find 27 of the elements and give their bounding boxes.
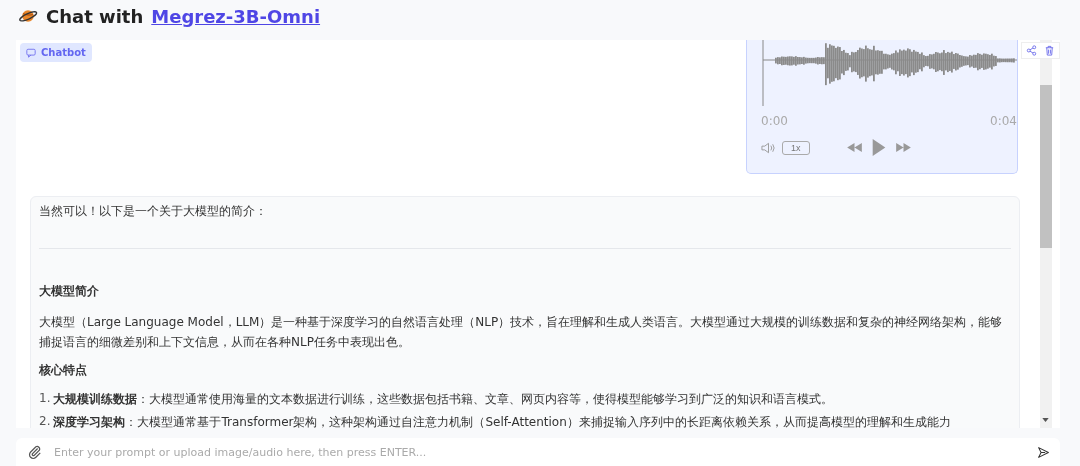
volume-icon[interactable] xyxy=(761,141,776,154)
section-heading: 大模型简介 xyxy=(39,283,100,300)
speed-button[interactable]: 1x xyxy=(782,140,810,155)
list-item-text: 深度学习架构：大模型通常基于Transformer架构，这种架构通过自注意力机制（Self-Attention）来捕捉输入序列中的长距离依赖关系，从而提高模型的理解和生成能力 xyxy=(53,414,951,428)
fast-forward-icon[interactable] xyxy=(894,142,912,153)
send-icon[interactable] xyxy=(1037,446,1050,459)
rewind-icon[interactable] xyxy=(845,142,863,153)
chat-icon xyxy=(26,47,36,58)
scrollbar-thumb[interactable] xyxy=(1040,85,1052,248)
model-link[interactable]: Megrez-3B-Omni xyxy=(151,5,321,27)
message-text: 当然可以！以下是一个关于大模型的简介： xyxy=(39,203,268,220)
duration-time: 0:04 xyxy=(990,114,1017,128)
list-number: 2. xyxy=(39,414,51,428)
share-icon[interactable] xyxy=(1026,45,1037,56)
scrollbar[interactable] xyxy=(1040,40,1052,428)
scroll-down-icon[interactable] xyxy=(1042,418,1049,422)
page-title: Chat with xyxy=(46,5,144,27)
play-icon[interactable] xyxy=(870,138,887,157)
paperclip-icon[interactable] xyxy=(28,445,42,459)
list-number: 1. xyxy=(39,391,51,407)
paragraph-text: 大模型（Large Language Model，LLM）是一种基于深度学习的自然语言处理（NLP）技术，旨在理解和生成人类语言。大模型通过大规模的训练数据和复杂的神经网络架构，能够捕捉语言的细微差别和上下文信息，从而在各种NLP任务中表现出色。 xyxy=(39,314,1004,351)
chatbot-text: Chatbot xyxy=(41,47,86,58)
list-item-text: 大规模训练数据：大模型通常使用海量的文本数据进行训练，这些数据包括书籍、文章、网页内容等，使得模型能够学习到广泛的知识和语言模式。 xyxy=(53,391,834,408)
section-heading: 核心特点 xyxy=(39,362,88,379)
current-time: 0:00 xyxy=(761,114,788,128)
prompt-input[interactable]: Enter your prompt or upload image/audio here, then press ENTER... xyxy=(16,438,1060,466)
trash-icon[interactable] xyxy=(1044,45,1055,56)
